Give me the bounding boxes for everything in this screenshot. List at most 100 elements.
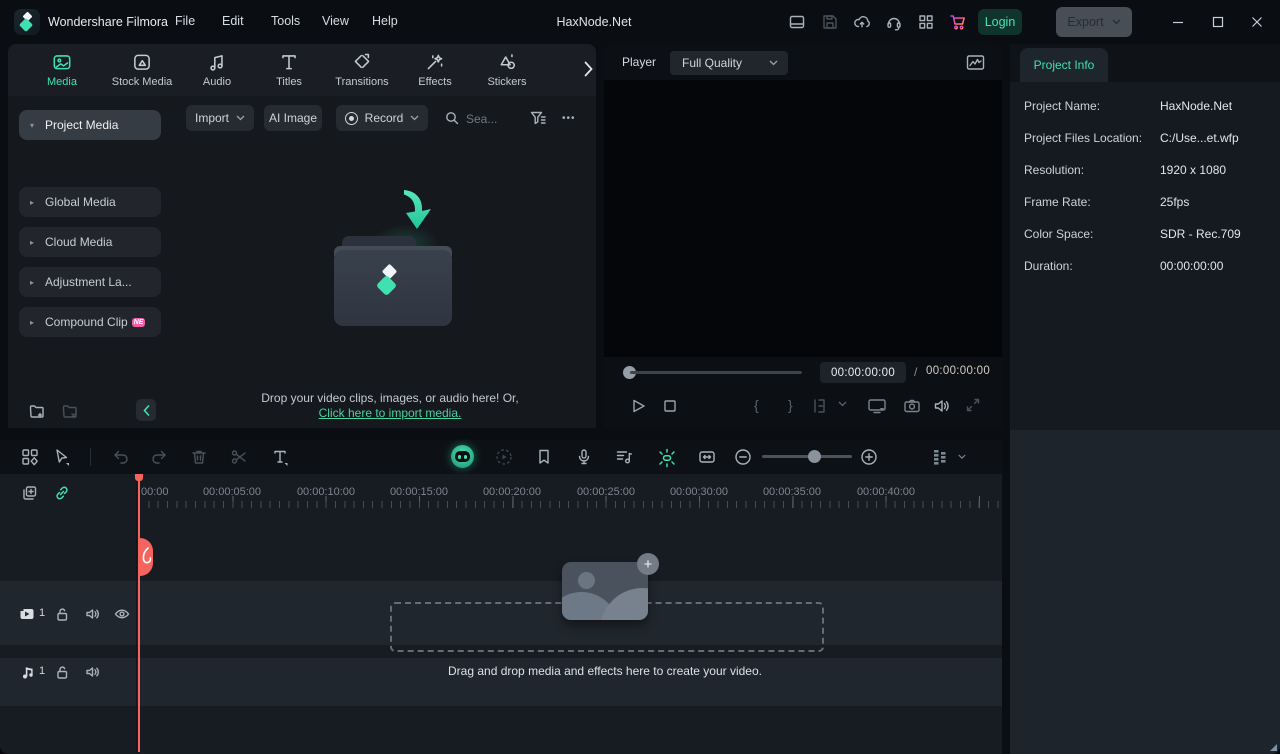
current-timecode[interactable]: 00:00:00:00 <box>820 362 906 383</box>
layout-icon[interactable] <box>788 13 806 31</box>
text-tool-icon[interactable] <box>270 447 290 467</box>
tab-stickers[interactable]: Stickers <box>471 51 543 88</box>
snapshot-icon[interactable] <box>902 396 922 416</box>
zoom-slider-handle[interactable] <box>808 450 821 463</box>
tabs-expand-chevron-icon[interactable] <box>584 61 593 77</box>
display-device-icon[interactable] <box>866 396 886 416</box>
search-input[interactable]: Sea... <box>466 112 497 126</box>
toolbar-divider <box>90 448 91 466</box>
sidebar-item-project-media[interactable]: ▾ Project Media <box>19 110 161 140</box>
minimize-button[interactable] <box>1168 12 1188 32</box>
delete-icon[interactable] <box>189 447 209 467</box>
trim-dropdown-chevron-icon[interactable] <box>838 401 858 421</box>
headset-icon[interactable] <box>885 13 903 31</box>
redo-icon[interactable] <box>149 447 169 467</box>
audio-mixer-icon[interactable] <box>614 447 634 467</box>
voiceover-mic-icon[interactable] <box>574 447 594 467</box>
ai-image-button[interactable]: AI Image <box>264 105 322 131</box>
tab-titles[interactable]: Titles <box>253 51 325 88</box>
playhead-cap[interactable] <box>135 474 143 481</box>
zoom-slider-track[interactable] <box>762 455 852 458</box>
player-label: Player <box>622 55 656 69</box>
render-preview-icon[interactable] <box>494 447 514 467</box>
media-placeholder-icon <box>562 562 648 620</box>
stickers-icon <box>496 51 518 73</box>
audio-mute-icon[interactable] <box>84 663 102 681</box>
track-manager-icon[interactable] <box>930 447 950 467</box>
menu-help[interactable]: Help <box>372 14 398 28</box>
playhead-scroll-handle[interactable] <box>140 538 153 576</box>
login-button[interactable]: Login <box>978 9 1022 35</box>
undo-icon[interactable] <box>111 447 131 467</box>
media-tab-bar: Media Stock Media Audio Titles Transitio… <box>8 44 596 96</box>
tab-stock-media[interactable]: Stock Media <box>106 51 178 88</box>
select-tool-icon[interactable] <box>52 447 72 467</box>
tab-project-info[interactable]: Project Info <box>1020 48 1108 82</box>
sidebar-item-cloud-media[interactable]: ▸ Cloud Media <box>19 227 161 257</box>
import-media-link[interactable]: Click here to import media. <box>319 406 462 420</box>
preview-viewport[interactable] <box>604 80 1002 357</box>
split-scissors-icon[interactable] <box>229 447 249 467</box>
fullscreen-icon[interactable] <box>964 396 984 416</box>
add-clip-icon[interactable] <box>21 484 39 502</box>
menu-view[interactable]: View <box>322 14 349 28</box>
sidebar-item-adjustment-layer[interactable]: ▸ Adjustment La... <box>19 267 161 297</box>
tab-effects[interactable]: Effects <box>399 51 471 88</box>
play-button[interactable] <box>628 396 648 416</box>
mark-out-icon[interactable]: } <box>788 397 793 413</box>
fit-timeline-icon[interactable] <box>697 447 717 467</box>
video-visibility-icon[interactable] <box>113 605 131 623</box>
stop-button[interactable] <box>660 396 680 416</box>
import-folder-illustration[interactable] <box>330 194 460 319</box>
media-browser-toggle-icon[interactable] <box>20 447 40 467</box>
video-mute-icon[interactable] <box>84 605 102 623</box>
playhead-line[interactable] <box>138 474 140 752</box>
window-resize-grip[interactable] <box>1270 744 1277 751</box>
apps-grid-icon[interactable] <box>917 13 935 31</box>
record-button[interactable]: Record <box>336 105 428 131</box>
search-icon[interactable] <box>444 110 460 126</box>
import-button[interactable]: Import <box>186 105 254 131</box>
marker-icon[interactable] <box>534 447 554 467</box>
maximize-button[interactable] <box>1208 12 1228 32</box>
cart-icon[interactable] <box>948 12 966 30</box>
quality-select[interactable]: Full Quality <box>670 51 788 75</box>
collapse-sidebar-button[interactable] <box>136 399 156 421</box>
project-info-tabbar: Project Info <box>1010 44 1280 82</box>
auto-ripple-link-icon[interactable] <box>53 484 71 502</box>
mark-in-icon[interactable]: { <box>754 397 759 413</box>
close-button[interactable] <box>1247 12 1267 32</box>
audio-lock-icon[interactable] <box>53 663 71 681</box>
menu-tools[interactable]: Tools <box>271 14 300 28</box>
trim-icon[interactable] <box>810 396 830 416</box>
sidebar-item-global-media[interactable]: ▸ Global Media <box>19 187 161 217</box>
sidebar-item-compound-clip[interactable]: ▸ Compound Clip NE <box>19 307 161 337</box>
cloud-icon[interactable] <box>853 13 871 31</box>
import-arrow-icon <box>386 186 442 250</box>
scope-icon[interactable] <box>966 54 985 71</box>
delete-folder-icon[interactable] <box>61 403 79 421</box>
info-row: Duration: 00:00:00:00 <box>1010 259 1280 275</box>
more-options-icon[interactable]: ••• <box>562 113 576 124</box>
add-media-plus-icon[interactable]: + <box>637 553 659 575</box>
timeline-toolbar <box>0 440 1002 474</box>
video-lock-icon[interactable] <box>53 605 71 623</box>
export-button[interactable]: Export <box>1056 7 1132 37</box>
tab-audio[interactable]: Audio <box>181 51 253 88</box>
zoom-in-icon[interactable] <box>859 447 879 467</box>
dropzone-text: Drop your video clips, images, or audio … <box>180 391 600 405</box>
chevron-down-icon <box>410 115 419 121</box>
menu-file[interactable]: File <box>175 14 195 28</box>
zoom-out-icon[interactable] <box>733 447 753 467</box>
volume-icon[interactable] <box>932 396 952 416</box>
keyframe-burst-icon[interactable] <box>656 447 676 467</box>
scrubber-track[interactable] <box>630 371 802 374</box>
filter-icon[interactable] <box>528 108 548 128</box>
save-icon[interactable] <box>821 13 839 31</box>
add-folder-icon[interactable] <box>28 403 46 421</box>
track-manager-chevron-icon[interactable] <box>958 454 978 474</box>
tab-media[interactable]: Media <box>26 51 98 88</box>
menu-edit[interactable]: Edit <box>222 14 244 28</box>
ai-copilot-icon[interactable] <box>451 445 474 468</box>
tab-transitions[interactable]: Transitions <box>326 51 398 88</box>
